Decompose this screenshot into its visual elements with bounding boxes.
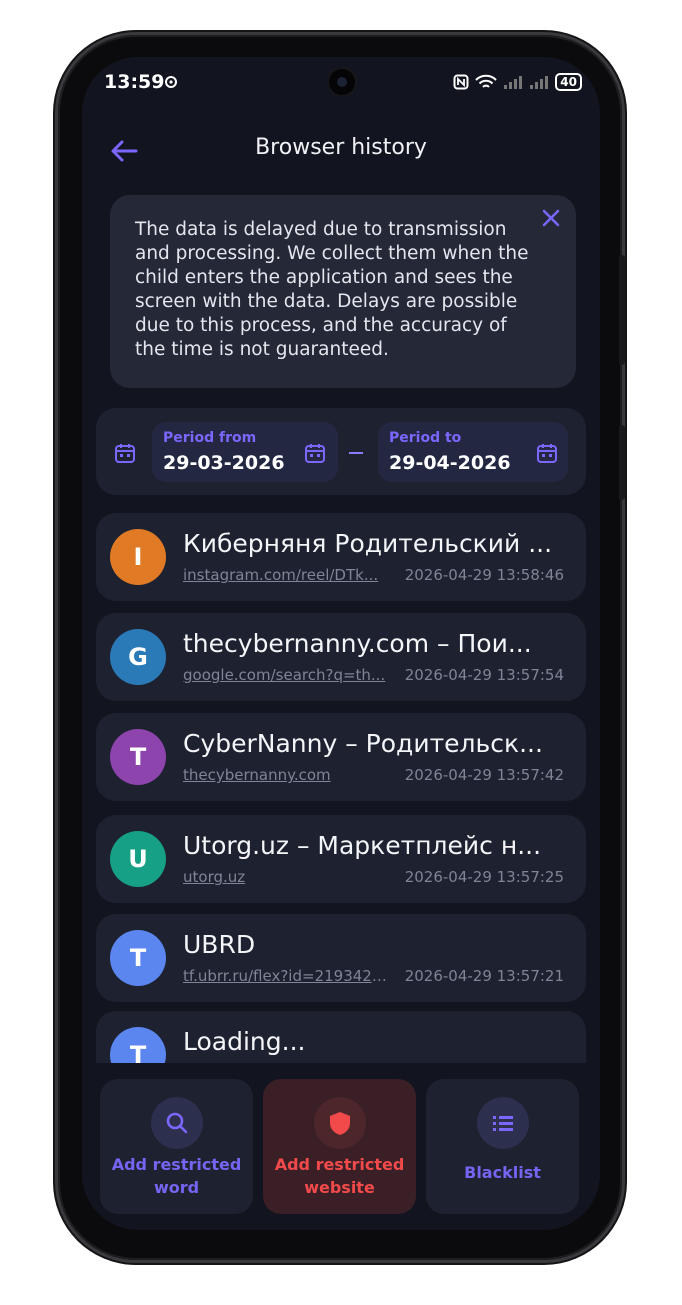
history-item[interactable]: I Киберняня Родительский ... instagram.c… (96, 513, 586, 601)
wifi-icon (475, 74, 498, 88)
list-icon (492, 1116, 513, 1131)
history-item-title: Киберняня Родительский ... (183, 529, 553, 558)
history-item-time: 2026-04-29 13:57:21 (404, 967, 564, 985)
history-item[interactable]: T UBRD tf.ubrr.ru/flex?id=21934224... 20… (96, 914, 586, 1002)
history-item-title: UBRD (183, 930, 256, 959)
page-title: Browser history (255, 135, 427, 160)
history-item-time: 2026-04-29 13:57:42 (404, 766, 564, 784)
status-icons: 40 (453, 73, 582, 91)
period-selector: Period from 29-03-2026 Period to 29-04-2… (96, 408, 586, 495)
status-bar: 13:59 40 (82, 57, 600, 113)
notice-text: The data is delayed due to transmission … (135, 219, 529, 360)
signal-icon (504, 76, 523, 89)
calendar-icon[interactable] (304, 442, 326, 464)
close-icon[interactable] (540, 207, 562, 229)
nfc-icon (453, 74, 469, 90)
history-item-url[interactable]: thecybernanny.com (183, 766, 393, 784)
period-from-value: 29-03-2026 (163, 452, 285, 474)
signal-icon-2 (530, 76, 549, 89)
power-button (619, 425, 625, 500)
delay-notice-card: The data is delayed due to transmission … (110, 195, 576, 388)
period-separator (349, 452, 363, 454)
sync-icon (165, 76, 177, 88)
history-list[interactable]: I Киберняня Родительский ... instagram.c… (96, 513, 586, 1063)
site-avatar: T (110, 1027, 166, 1063)
history-item[interactable]: U Utorg.uz – Маркетплейс н... utorg.uz 2… (96, 815, 586, 903)
history-item-url[interactable]: utorg.uz (183, 868, 393, 886)
period-to-value: 29-04-2026 (389, 452, 511, 474)
action-icon-wrap (150, 1097, 203, 1149)
site-avatar: U (110, 831, 166, 887)
app-screen: 13:59 40 Browser history The data is del… (82, 57, 600, 1230)
history-item-url[interactable]: google.com/search?q=th... (183, 666, 393, 684)
period-from-label: Period from (163, 430, 257, 446)
front-camera (329, 69, 355, 95)
site-avatar: G (110, 629, 166, 685)
history-item-time: 2026-04-29 13:57:25 (404, 868, 564, 886)
site-avatar: T (110, 729, 166, 785)
blacklist-label: Blacklist (464, 1163, 541, 1182)
history-item[interactable]: G thecybernanny.com – Пои... google.com/… (96, 613, 586, 701)
add-restricted-word-button[interactable]: Add restricted word (100, 1079, 253, 1214)
period-to-field[interactable]: Period to 29-04-2026 (378, 422, 568, 482)
history-item-loading: T Loading... (96, 1011, 586, 1063)
shield-icon (329, 1112, 350, 1135)
history-item-title: Utorg.uz – Маркетплейс н... (183, 831, 542, 860)
history-item-title: Loading... (183, 1027, 306, 1056)
battery-indicator: 40 (555, 73, 582, 91)
volume-button (619, 255, 625, 365)
period-to-label: Period to (389, 430, 462, 446)
history-item-title: thecybernanny.com – Пои... (183, 629, 532, 658)
action-bar: Add restricted word Add restricted websi… (82, 1063, 600, 1230)
history-item-time: 2026-04-29 13:58:46 (404, 566, 564, 584)
period-from-field[interactable]: Period from 29-03-2026 (152, 422, 338, 482)
add-restricted-website-label: Add restricted website (274, 1155, 405, 1197)
action-icon-wrap (313, 1097, 366, 1149)
history-item-title: CyberNanny – Родительск... (183, 729, 543, 758)
app-header: Browser history (82, 129, 600, 173)
search-icon (166, 1112, 187, 1134)
add-restricted-word-label: Add restricted word (111, 1155, 242, 1197)
site-avatar: T (110, 930, 166, 986)
action-icon-wrap (476, 1097, 529, 1149)
history-item-time: 2026-04-29 13:57:54 (404, 666, 564, 684)
status-time: 13:59 (104, 71, 165, 93)
add-restricted-website-button[interactable]: Add restricted website (263, 1079, 416, 1214)
calendar-icon (115, 444, 135, 463)
history-item-url[interactable]: tf.ubrr.ru/flex?id=21934224... (183, 967, 393, 985)
blacklist-button[interactable]: Blacklist (426, 1079, 579, 1214)
calendar-icon[interactable] (536, 442, 558, 464)
history-item-url[interactable]: instagram.com/reel/DTk... (183, 566, 393, 584)
site-avatar: I (110, 529, 166, 585)
history-item[interactable]: T CyberNanny – Родительск... thecybernan… (96, 713, 586, 801)
